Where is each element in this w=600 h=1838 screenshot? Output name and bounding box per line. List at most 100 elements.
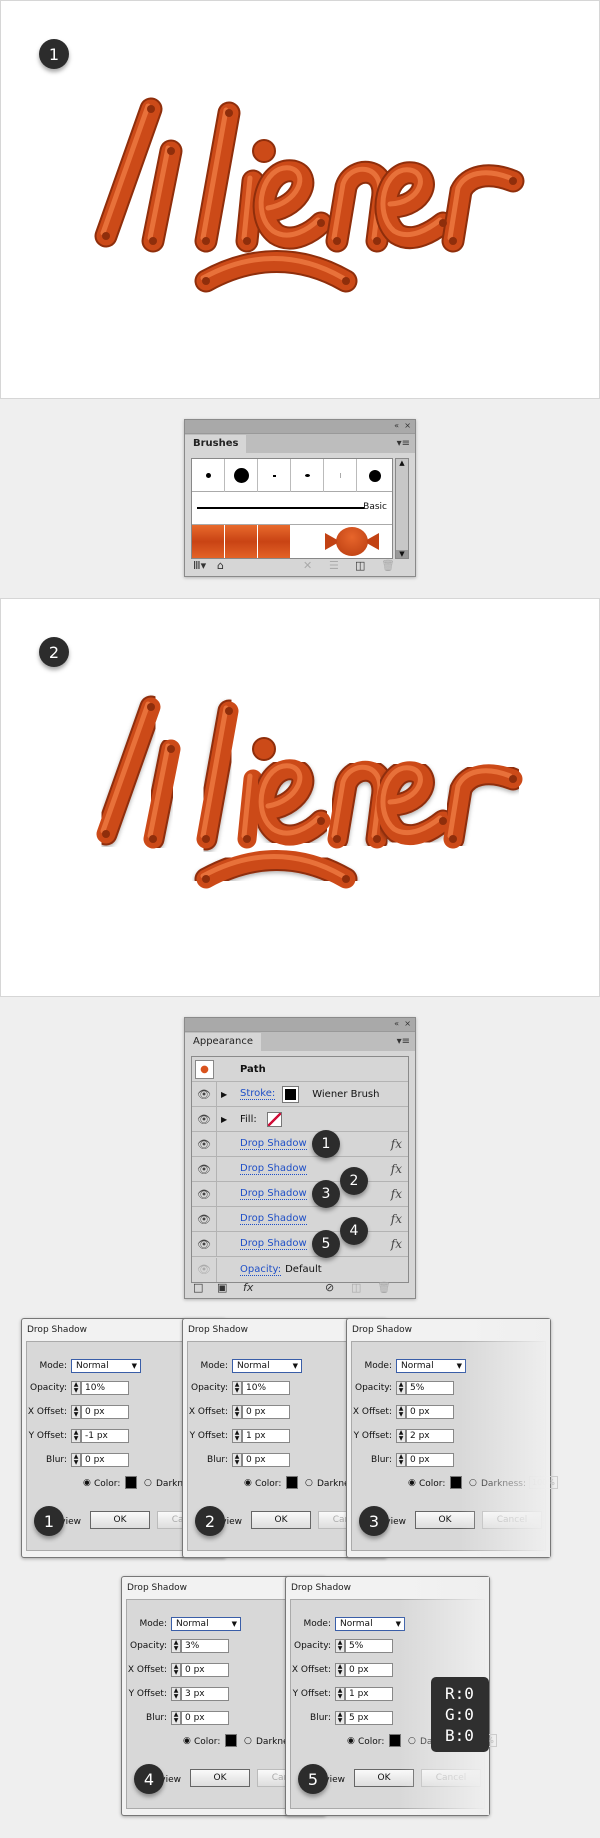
stroke-link[interactable]: Stroke: (240, 1088, 276, 1100)
drop-shadow-row[interactable]: 👁 Drop Shadow 5 fx (192, 1230, 408, 1258)
opacity-input[interactable]: 5% (406, 1381, 454, 1395)
eye-icon[interactable]: 👁 (192, 1082, 217, 1106)
drop-shadow-row[interactable]: 👁 Drop Shadow 1 fx (192, 1130, 408, 1158)
y-offset-input[interactable]: 1 px (242, 1429, 290, 1443)
opacity-input[interactable]: 3% (181, 1639, 229, 1653)
mode-dropdown[interactable]: Normal▼ (71, 1359, 141, 1373)
x-offset-input[interactable]: 0 px (406, 1405, 454, 1419)
panel-menu-icon[interactable]: ▾≡ (397, 1036, 410, 1047)
y-offset-stepper[interactable]: ▲ ▼ (335, 1687, 345, 1701)
blur-input[interactable]: 5 px (345, 1711, 393, 1725)
close-icon[interactable]: × (404, 1019, 411, 1028)
new-brush-icon[interactable]: ◫ (355, 559, 365, 572)
drop-shadow-link[interactable]: Drop Shadow (240, 1238, 307, 1250)
y-offset-stepper[interactable]: ▲ ▼ (396, 1429, 406, 1443)
fill-none-swatch[interactable] (266, 1111, 282, 1127)
eye-icon[interactable]: 👁 (192, 1182, 217, 1206)
delete-icon[interactable]: 🗑 (381, 559, 395, 572)
blur-stepper[interactable]: ▲ ▼ (396, 1453, 406, 1467)
blur-stepper[interactable]: ▲ ▼ (232, 1453, 242, 1467)
mode-dropdown[interactable]: Normal▼ (335, 1617, 405, 1631)
mode-dropdown[interactable]: Normal▼ (232, 1359, 302, 1373)
blur-input[interactable]: 0 px (81, 1453, 129, 1467)
y-offset-stepper[interactable]: ▲ ▼ (71, 1429, 81, 1443)
brush-dot[interactable] (324, 459, 357, 492)
x-offset-input[interactable]: 0 px (242, 1405, 290, 1419)
x-offset-stepper[interactable]: ▲ ▼ (71, 1405, 81, 1419)
y-offset-input[interactable]: 2 px (406, 1429, 454, 1443)
eye-icon[interactable]: 👁 (192, 1207, 217, 1231)
tab-appearance[interactable]: Appearance (185, 1033, 262, 1052)
blur-stepper[interactable]: ▲ ▼ (335, 1711, 345, 1725)
add-effect-icon[interactable]: fx (243, 1281, 253, 1294)
drop-shadow-link[interactable]: Drop Shadow (240, 1188, 307, 1200)
opacity-stepper[interactable]: ▲ ▼ (335, 1639, 345, 1653)
opacity-input[interactable]: 10% (81, 1381, 129, 1395)
x-offset-input[interactable]: 0 px (181, 1663, 229, 1677)
options-icon[interactable]: ☰ (329, 559, 339, 572)
blur-stepper[interactable]: ▲ ▼ (71, 1453, 81, 1467)
delete-icon[interactable]: 🗑 (377, 1281, 391, 1294)
color-radio[interactable]: ◉ (183, 1736, 191, 1746)
tab-brushes[interactable]: Brushes (185, 435, 247, 454)
darkness-radio[interactable]: ○ (144, 1478, 152, 1488)
drop-shadow-row[interactable]: 👁 Drop Shadow 4 fx (192, 1207, 408, 1245)
opacity-stepper[interactable]: ▲ ▼ (71, 1381, 81, 1395)
expand-arrow-icon[interactable]: ▶ (221, 1090, 227, 1099)
collapse-icon[interactable]: « (394, 1019, 399, 1028)
brush-basic[interactable]: Basic (192, 492, 392, 525)
duplicate-icon[interactable]: ◫ (351, 1281, 361, 1294)
drop-shadow-link[interactable]: Drop Shadow (240, 1163, 307, 1175)
brush-dot[interactable] (225, 459, 258, 492)
fill-row[interactable]: 👁 ▶ Fill: (192, 1107, 408, 1132)
mode-dropdown[interactable]: Normal▼ (171, 1617, 241, 1631)
color-radio[interactable]: ◉ (347, 1736, 355, 1746)
opacity-input[interactable]: 5% (345, 1639, 393, 1653)
collapse-icon[interactable]: « (394, 421, 399, 430)
eye-icon[interactable]: 👁 (192, 1107, 217, 1131)
brush-dot[interactable] (357, 459, 392, 492)
color-radio[interactable]: ◉ (244, 1478, 252, 1488)
drop-shadow-link[interactable]: Drop Shadow (240, 1138, 307, 1150)
mode-dropdown[interactable]: Normal▼ (396, 1359, 466, 1373)
y-offset-stepper[interactable]: ▲ ▼ (232, 1429, 242, 1443)
blur-input[interactable]: 0 px (406, 1453, 454, 1467)
darkness-radio[interactable]: ○ (244, 1736, 252, 1746)
x-offset-stepper[interactable]: ▲ ▼ (232, 1405, 242, 1419)
blur-stepper[interactable]: ▲ ▼ (171, 1711, 181, 1725)
eye-icon[interactable]: 👁 (192, 1157, 217, 1181)
remove-stroke-icon[interactable]: ✕ (303, 559, 312, 572)
darkness-radio[interactable]: ○ (305, 1478, 313, 1488)
stroke-row[interactable]: 👁 ▶ Stroke: Wiener Brush (192, 1082, 408, 1107)
drop-shadow-row[interactable]: 👁 Drop Shadow 2 fx (192, 1157, 408, 1195)
y-offset-input[interactable]: 3 px (181, 1687, 229, 1701)
color-radio[interactable]: ◉ (83, 1478, 91, 1488)
y-offset-stepper[interactable]: ▲ ▼ (171, 1687, 181, 1701)
x-offset-stepper[interactable]: ▲ ▼ (171, 1663, 181, 1677)
brush-dot[interactable] (192, 459, 225, 492)
opacity-link[interactable]: Opacity: (240, 1264, 282, 1276)
eye-icon[interactable]: 👁 (192, 1232, 217, 1256)
add-fill-icon[interactable]: ▣ (217, 1281, 227, 1294)
ok-button[interactable]: OK (190, 1769, 250, 1787)
y-offset-input[interactable]: 1 px (345, 1687, 393, 1701)
color-swatch[interactable] (125, 1476, 137, 1489)
ok-button[interactable]: OK (90, 1511, 150, 1529)
add-stroke-icon[interactable]: □ (193, 1281, 203, 1294)
opacity-stepper[interactable]: ▲ ▼ (171, 1639, 181, 1653)
y-offset-input[interactable]: -1 px (81, 1429, 129, 1443)
brush-libraries-icon[interactable]: Ⅲ▾ (193, 559, 206, 572)
drop-shadow-link[interactable]: Drop Shadow (240, 1213, 307, 1225)
ok-button[interactable]: OK (251, 1511, 311, 1529)
eye-icon[interactable]: 👁 (192, 1132, 217, 1156)
color-swatch[interactable] (225, 1734, 237, 1747)
color-swatch[interactable] (286, 1476, 298, 1489)
clear-appearance-icon[interactable]: ⊘ (325, 1281, 334, 1294)
panel-menu-icon[interactable]: ▾≡ (397, 438, 410, 449)
stroke-swatch[interactable] (282, 1085, 300, 1103)
x-offset-input[interactable]: 0 px (345, 1663, 393, 1677)
close-icon[interactable]: × (404, 421, 411, 430)
blur-input[interactable]: 0 px (242, 1453, 290, 1467)
opacity-stepper[interactable]: ▲ ▼ (232, 1381, 242, 1395)
opacity-stepper[interactable]: ▲ ▼ (396, 1381, 406, 1395)
